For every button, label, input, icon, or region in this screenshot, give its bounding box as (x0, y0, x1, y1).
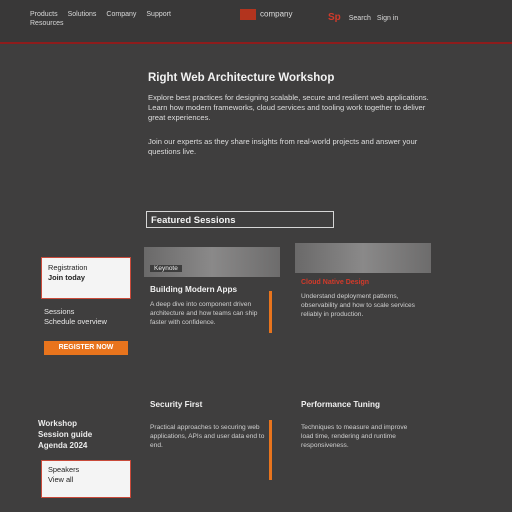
card-description: Understand deployment patterns, observab… (301, 293, 415, 318)
card-description: Practical approaches to securing web app… (150, 424, 265, 449)
nav-link-resources[interactable]: Resources (30, 19, 181, 28)
brand-badge: Sp (328, 12, 341, 23)
workshop-label-line-3: Agenda 2024 (38, 441, 88, 450)
workshop-label-line-1: Workshop (38, 419, 77, 428)
section-heading: Featured Sessions (146, 211, 334, 228)
intro-section: Right Web Architecture Workshop Explore … (148, 72, 430, 171)
card-description: Techniques to measure and improve load t… (301, 424, 408, 449)
session-card[interactable]: Keynote Building Modern Apps A deep dive… (144, 247, 280, 333)
workshop-label: Workshop Session guide Agenda 2024 (38, 418, 92, 451)
registration-box[interactable]: Registration Join today (41, 257, 131, 299)
nav-link-company[interactable]: Company (106, 11, 136, 18)
logo-text: company (260, 9, 293, 19)
intro-paragraph-1: Explore best practices for designing sca… (148, 93, 429, 122)
registration-box-line-2: Join today (48, 273, 85, 282)
card-tag: Keynote (150, 265, 182, 272)
primary-nav: Products Solutions Company Support Resource… (30, 10, 181, 28)
card-accent-bar (269, 291, 272, 333)
sessions-label-line-1: Sessions (44, 307, 75, 316)
register-button[interactable]: REGISTER NOW (44, 341, 128, 355)
nav-link-solutions[interactable]: Solutions (68, 11, 97, 18)
site-logo[interactable]: company (240, 9, 292, 20)
nav-link-support[interactable]: Support (146, 11, 171, 18)
speakers-box[interactable]: Speakers View all (41, 460, 131, 498)
intro-paragraph-2: Join our experts as they share insights … (148, 137, 418, 156)
secondary-nav: Sp Search Sign in (328, 12, 402, 23)
session-card[interactable]: Cloud Native Design Understand deploymen… (295, 243, 431, 319)
card-label[interactable]: Cloud Native Design (301, 279, 431, 286)
card-title[interactable]: Performance Tuning (301, 400, 431, 409)
sessions-label: Sessions Schedule overview (44, 307, 107, 327)
speakers-box-line-1: Speakers (48, 465, 80, 474)
header-divider (0, 42, 512, 44)
sessions-label-line-2: Schedule overview (44, 317, 107, 326)
session-card[interactable]: Performance Tuning Techniques to measure… (295, 390, 431, 450)
workshop-label-line-2: Session guide (38, 430, 93, 439)
speakers-box-line-2: View all (48, 475, 74, 484)
card-description: A deep dive into component driven archit… (150, 301, 258, 326)
registration-box-line-1: Registration (48, 263, 88, 272)
card-title[interactable]: Security First (150, 400, 280, 409)
logo-mark-icon (240, 9, 256, 20)
page-title: Right Web Architecture Workshop (148, 72, 335, 84)
card-banner (295, 243, 431, 273)
top-navigation-bar: Products Solutions Company Support Resource… (0, 0, 512, 44)
sign-in-link[interactable]: Sign in (377, 15, 398, 22)
card-title[interactable]: Building Modern Apps (150, 285, 280, 294)
card-accent-bar (269, 420, 272, 480)
search-link[interactable]: Search (349, 15, 371, 22)
nav-link-products[interactable]: Products (30, 11, 58, 18)
card-banner: Keynote (144, 247, 280, 277)
session-card[interactable]: Security First Practical approaches to s… (144, 390, 280, 480)
